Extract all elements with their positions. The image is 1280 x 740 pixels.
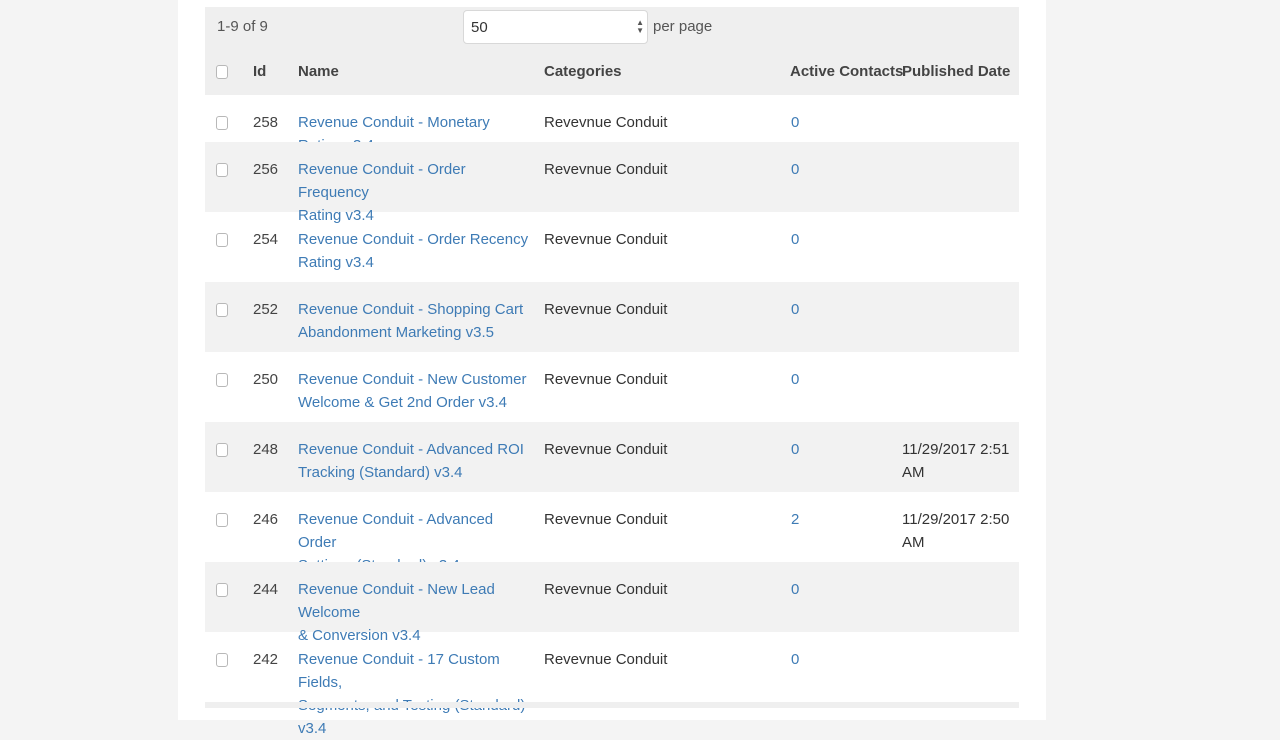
column-header-published-date[interactable]: Published Date: [902, 60, 1010, 83]
row-name-cell: Revenue Conduit - Shopping Cart Abandonme…: [298, 298, 530, 344]
row-id: 242: [253, 651, 279, 668]
select-arrows-icon: ▲ ▼: [636, 18, 644, 35]
table-row: 248 Revenue Conduit - Advanced ROI Tracki…: [205, 422, 1019, 492]
table-footer-bar: [205, 702, 1019, 708]
select-all-checkbox[interactable]: [216, 65, 228, 79]
row-checkbox[interactable]: [216, 373, 228, 387]
row-id: 246: [253, 511, 279, 528]
table-header: Id Name Categories Active Contacts Publi…: [205, 48, 1019, 95]
row-name-cell: Revenue Conduit - 17 Custom Fields,Segme…: [298, 648, 530, 740]
column-header-name[interactable]: Name: [298, 60, 530, 83]
table-row: 252 Revenue Conduit - Shopping Cart Aband…: [205, 282, 1019, 352]
name-line-2: Rating v3.4: [298, 254, 374, 271]
active-contacts-link[interactable]: 0: [791, 161, 799, 178]
row-checkbox[interactable]: [216, 583, 228, 597]
row-name-cell: Revenue Conduit - Order Recency Rating v3…: [298, 228, 530, 274]
per-page-value: 50: [471, 19, 488, 36]
column-header-categories[interactable]: Categories: [544, 60, 622, 83]
row-checkbox[interactable]: [216, 513, 228, 527]
table-row: 242 Revenue Conduit - 17 Custom Fields,S…: [205, 632, 1019, 737]
active-contacts-link[interactable]: 0: [791, 371, 799, 388]
row-name-cell: Revenue Conduit - New Customer Welcome & …: [298, 368, 530, 414]
column-header-active-contacts[interactable]: Active Contacts: [790, 60, 903, 83]
row-category: Revevnue Conduit: [544, 301, 668, 318]
campaign-name-link[interactable]: Revenue Conduit - Order Recency Rating v3…: [298, 231, 528, 271]
table-row: 250 Revenue Conduit - New Customer Welcom…: [205, 352, 1019, 422]
campaign-table: 1-9 of 9 50 ▲ ▼ per page Id Name Categori…: [205, 7, 1019, 737]
active-contacts-link[interactable]: 2: [791, 511, 799, 528]
active-contacts-link[interactable]: 0: [791, 651, 799, 668]
row-checkbox[interactable]: [216, 653, 228, 667]
active-contacts-link[interactable]: 0: [791, 114, 799, 131]
row-category: Revevnue Conduit: [544, 161, 668, 178]
row-id: 252: [253, 301, 279, 318]
column-header-id[interactable]: Id: [253, 60, 266, 83]
name-line-1: Revenue Conduit - Advanced Order: [298, 511, 494, 551]
active-contacts-link[interactable]: 0: [791, 441, 799, 458]
campaign-name-link[interactable]: Revenue Conduit - New Customer Welcome & …: [298, 371, 526, 411]
table-row: 254 Revenue Conduit - Order Recency Ratin…: [205, 212, 1019, 282]
active-contacts-link[interactable]: 0: [791, 231, 799, 248]
row-published-date: 11/29/2017 2:50 AM: [902, 511, 1010, 551]
name-line-1: Revenue Conduit - 17 Custom Fields,: [298, 651, 500, 691]
row-published-date: 11/29/2017 2:51 AM: [902, 441, 1010, 481]
row-checkbox[interactable]: [216, 116, 228, 130]
campaign-name-link[interactable]: Revenue Conduit - 17 Custom Fields,Segme…: [298, 651, 525, 737]
name-line-1: Revenue Conduit - New Lead Welcome: [298, 581, 495, 621]
table-row: 256 Revenue Conduit - Order Frequency Rat…: [205, 142, 1019, 224]
row-checkbox[interactable]: [216, 163, 228, 177]
row-checkbox[interactable]: [216, 233, 228, 247]
table-row: 246 Revenue Conduit - Advanced OrderSett…: [205, 492, 1019, 574]
name-line-1: Revenue Conduit - Order Frequency: [298, 161, 466, 201]
table-row: 258 Revenue Conduit - Monetary Rating v3…: [205, 95, 1019, 154]
name-line-2: Abandonment Marketing v3.5: [298, 324, 494, 341]
name-line-1: Revenue Conduit - Shopping Cart: [298, 301, 524, 318]
per-page-label: per page: [653, 18, 713, 35]
row-checkbox[interactable]: [216, 303, 228, 317]
campaign-name-link[interactable]: Revenue Conduit - Shopping Cart Abandonme…: [298, 301, 523, 341]
row-id: 258: [253, 114, 279, 131]
content-panel: 1-9 of 9 50 ▲ ▼ per page Id Name Categori…: [178, 0, 1046, 737]
table-row: 244 Revenue Conduit - New Lead Welcome & …: [205, 562, 1019, 644]
row-name-cell: Revenue Conduit - Advanced ROI Tracking (…: [298, 438, 530, 484]
per-page-select[interactable]: 50 ▲ ▼: [463, 10, 648, 44]
row-category: Revevnue Conduit: [544, 231, 668, 248]
name-line-1: Revenue Conduit - Order Recency: [298, 231, 529, 248]
row-id: 254: [253, 231, 279, 248]
name-line-1: Revenue Conduit - Advanced ROI: [298, 441, 524, 458]
active-contacts-link[interactable]: 0: [791, 301, 799, 318]
campaign-name-link[interactable]: Revenue Conduit - Advanced ROI Tracking (…: [298, 441, 524, 481]
row-category: Revevnue Conduit: [544, 114, 668, 131]
name-line-2: Welcome & Get 2nd Order v3.4: [298, 394, 507, 411]
row-category: Revevnue Conduit: [544, 511, 668, 528]
row-id: 256: [253, 161, 279, 178]
row-id: 248: [253, 441, 279, 458]
active-contacts-link[interactable]: 0: [791, 581, 799, 598]
row-checkbox[interactable]: [216, 443, 228, 457]
row-id: 250: [253, 371, 279, 388]
row-category: Revevnue Conduit: [544, 651, 668, 668]
row-category: Revevnue Conduit: [544, 371, 668, 388]
row-category: Revevnue Conduit: [544, 581, 668, 598]
row-id: 244: [253, 581, 279, 598]
row-category: Revevnue Conduit: [544, 441, 668, 458]
name-line-2: Tracking (Standard) v3.4: [298, 464, 463, 481]
pagination-toolbar: 1-9 of 9 50 ▲ ▼ per page: [205, 7, 1019, 48]
name-line-1: Revenue Conduit - New Customer: [298, 371, 527, 388]
result-count: 1-9 of 9: [217, 18, 268, 35]
